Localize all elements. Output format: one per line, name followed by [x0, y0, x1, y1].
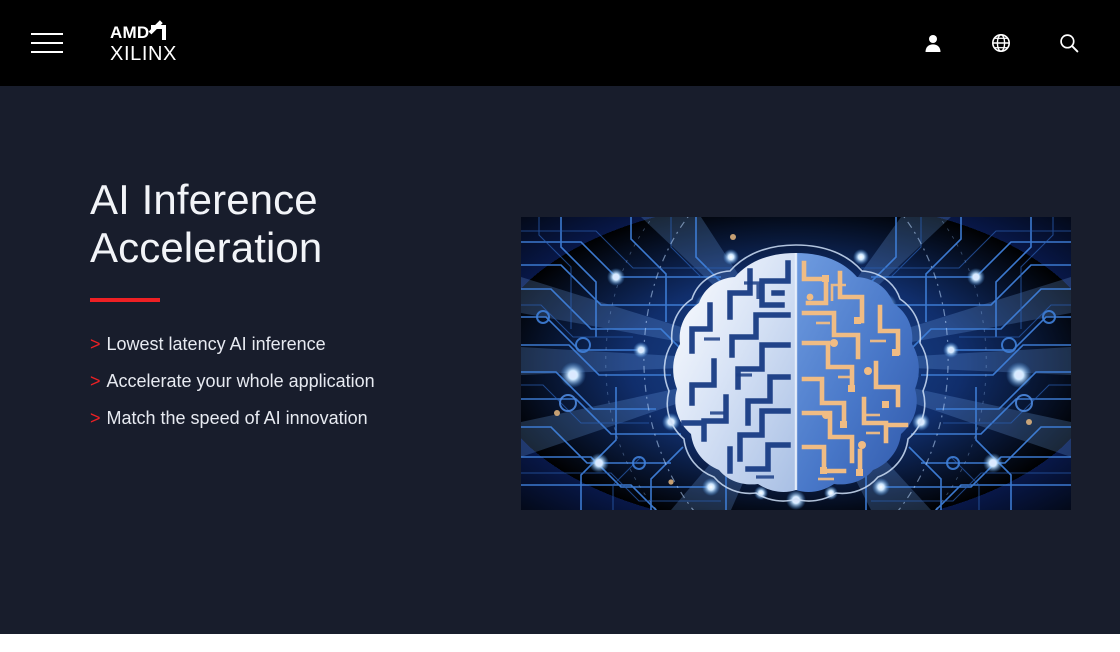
hero-bullet-text: Accelerate your whole application: [106, 371, 375, 391]
ai-brain-circuit-board-image: [521, 217, 1071, 510]
hero-copy-block: AI Inference Acceleration > Lowest latenc…: [90, 176, 430, 439]
hamburger-line: [31, 33, 63, 35]
header-icon-group: [910, 0, 1120, 86]
logo-xilinx-text: XILINX: [110, 43, 177, 65]
hero-bullet-item[interactable]: > Match the speed of AI innovation: [90, 402, 430, 434]
logo-amd-row: AMD: [110, 24, 230, 41]
hero-bullet-text: Match the speed of AI innovation: [106, 408, 368, 428]
page-bottom-strip: [0, 634, 1120, 652]
logo-amd-text: AMD: [110, 23, 150, 42]
hamburger-line: [31, 51, 63, 53]
site-header: AMD XILINX: [0, 0, 1120, 86]
hamburger-menu-icon[interactable]: [31, 30, 65, 56]
hero-bullet-item[interactable]: > Accelerate your whole application: [90, 365, 430, 397]
bullet-marker-icon: >: [90, 408, 101, 428]
page-title: AI Inference Acceleration: [90, 176, 323, 271]
amd-xilinx-logo[interactable]: AMD XILINX: [110, 24, 230, 66]
account-icon[interactable]: [910, 20, 956, 66]
hero-section: AI Inference Acceleration > Lowest latenc…: [0, 86, 1120, 634]
amd-arrow-icon: [151, 25, 167, 40]
bullet-marker-icon: >: [90, 371, 101, 391]
hero-bullet-text: Lowest latency AI inference: [106, 334, 326, 354]
page-root: AMD XILINX AI Inference Acceleration > L…: [0, 0, 1120, 652]
hamburger-line: [31, 42, 63, 44]
hero-bullet-list: > Lowest latency AI inference > Accelerate…: [90, 328, 430, 434]
hero-bullet-item[interactable]: > Lowest latency AI inference: [90, 328, 430, 360]
language-icon[interactable]: [978, 20, 1024, 66]
search-icon[interactable]: [1046, 20, 1092, 66]
bullet-marker-icon: >: [90, 334, 101, 354]
title-accent-bar: [90, 298, 160, 302]
